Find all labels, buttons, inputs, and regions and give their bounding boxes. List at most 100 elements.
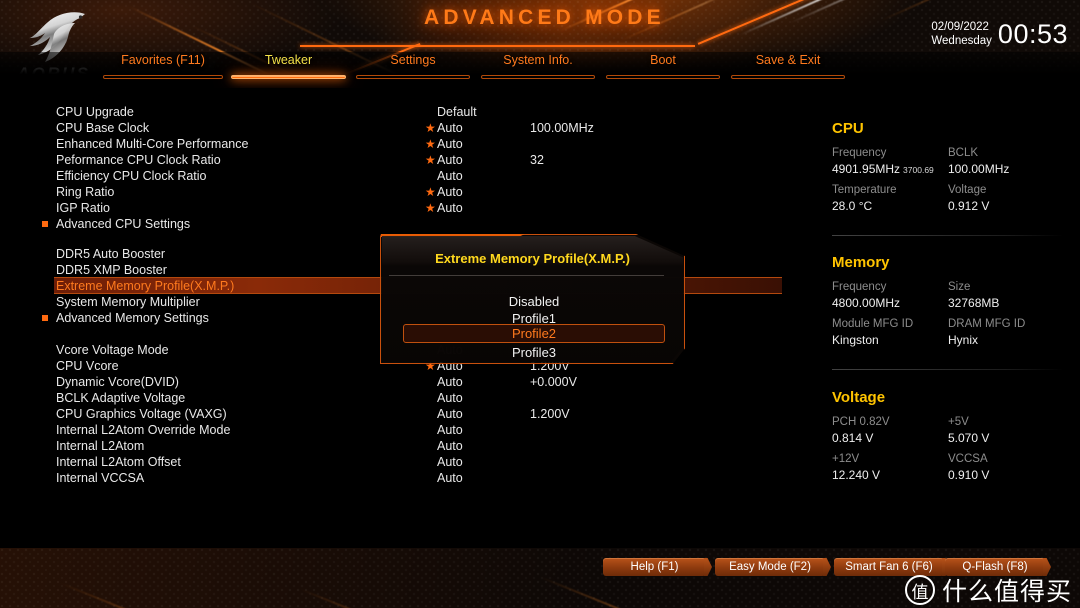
cpu-temperature: Temperature 28.0 °C (832, 182, 897, 215)
tab-label: Save & Exit (755, 53, 821, 67)
settings-row[interactable]: Internal VCCSA Auto (0, 470, 810, 486)
hardware-monitor-panel: CPU Frequency 4901.95MHz 3700.69 BCLK 100… (815, 95, 1080, 515)
tab-save-exit[interactable]: Save & Exit (731, 53, 845, 81)
time-text: 00:53 (997, 19, 1068, 49)
setting-value[interactable]: Auto (437, 136, 463, 152)
field-label: DRAM MFG ID (948, 318, 1026, 330)
field-label: Voltage (948, 184, 987, 196)
settings-row[interactable]: Enhanced Multi-Core Performance ★ Auto (0, 136, 810, 152)
settings-row[interactable]: BCLK Adaptive Voltage Auto (0, 390, 810, 406)
easy-mode-button[interactable]: Easy Mode (F2) (715, 558, 825, 576)
setting-value[interactable]: Auto (437, 454, 463, 470)
weekday-text: Wednesday (931, 35, 992, 47)
submenu-bullet-icon (42, 221, 48, 227)
tab-underline (481, 75, 595, 79)
field-label: Frequency (832, 147, 887, 159)
setting-label: DDR5 XMP Booster (56, 263, 167, 277)
setting-label: DDR5 Auto Booster (56, 247, 166, 261)
tab-label: System Info. (503, 53, 573, 67)
submenu-bullet-icon (42, 315, 48, 321)
setting-readout: 100.00MHz (530, 121, 594, 135)
memory-section-title: Memory (832, 254, 890, 271)
setting-value[interactable]: Default (437, 104, 477, 120)
dialog-title-divider (389, 275, 664, 276)
field-value: Kingston (832, 333, 879, 347)
setting-label: Peformance CPU Clock Ratio (56, 153, 221, 167)
settings-row[interactable]: Internal L2Atom Offset Auto (0, 454, 810, 470)
tab-underline (356, 75, 470, 79)
setting-value[interactable]: Auto (437, 438, 463, 454)
tab-underline (731, 75, 845, 79)
field-value: 0.814 V (832, 431, 874, 445)
field-value: 4800.00MHz (832, 296, 901, 310)
field-value: 0.912 V (948, 199, 990, 213)
setting-readout: +0.000V (530, 375, 577, 389)
cpu-section-title: CPU (832, 120, 864, 137)
settings-row[interactable]: CPU Upgrade Default (0, 104, 810, 120)
setting-value[interactable]: Auto (437, 374, 463, 390)
date-block: 02/09/2022 Wednesday (931, 20, 992, 48)
settings-row[interactable]: Ring Ratio ★ Auto (0, 184, 810, 200)
setting-value[interactable]: Auto (437, 470, 463, 486)
setting-label: CPU Upgrade (56, 105, 134, 119)
settings-row[interactable]: Advanced CPU Settings (0, 216, 810, 232)
settings-row[interactable]: CPU Graphics Voltage (VAXG) Auto 1.200V (0, 406, 810, 422)
field-label: PCH 0.82V (832, 416, 890, 428)
setting-label: IGP Ratio (56, 201, 110, 215)
setting-value[interactable]: Auto (437, 152, 463, 168)
settings-row[interactable]: Internal L2Atom Auto (0, 438, 810, 454)
watermark-text: 什么值得买 (941, 577, 1072, 606)
tab-settings[interactable]: Settings (356, 53, 470, 81)
tab-tweaker[interactable]: Tweaker (231, 53, 346, 81)
setting-label: Extreme Memory Profile(X.M.P.) (56, 279, 235, 293)
dialog-option-profile2[interactable]: Profile2 (403, 324, 665, 343)
tab-system-info[interactable]: System Info. (481, 53, 595, 81)
field-label: VCCSA (948, 453, 988, 465)
field-value: 4901.95MHz 3700.69 (832, 162, 934, 176)
memory-frequency: Frequency 4800.00MHz (832, 279, 900, 312)
settings-row[interactable]: Internal L2Atom Override Mode Auto (0, 422, 810, 438)
settings-row[interactable]: Dynamic Vcore(DVID) Auto +0.000V (0, 374, 810, 390)
help-button[interactable]: Help (F1) (603, 558, 706, 576)
dialog-option-disabled[interactable]: Disabled (403, 293, 665, 310)
star-icon: ★ (425, 185, 436, 199)
setting-label: Efficiency CPU Clock Ratio (56, 169, 207, 183)
cpu-bclk: BCLK 100.00MHz (948, 145, 1009, 178)
star-icon: ★ (425, 201, 436, 215)
setting-value[interactable]: Auto (437, 168, 463, 184)
voltage-5v: +5V 5.070 V (948, 414, 989, 447)
star-icon: ★ (425, 121, 436, 135)
field-value: 32768MB (948, 296, 1000, 310)
setting-value[interactable]: Auto (437, 390, 463, 406)
setting-value[interactable]: Auto (437, 422, 463, 438)
tab-label: Settings (390, 53, 436, 67)
setting-value[interactable]: Auto (437, 200, 463, 216)
setting-value[interactable]: Auto (437, 120, 463, 136)
field-label: Size (948, 281, 971, 293)
setting-label: Advanced CPU Settings (56, 217, 191, 231)
field-value: 0.910 V (948, 468, 990, 482)
voltage-vccsa: VCCSA 0.910 V (948, 451, 989, 484)
tab-label: Tweaker (264, 53, 313, 67)
watermark: 值 什么值得买 (904, 572, 1072, 608)
dialog-option-profile3[interactable]: Profile3 (403, 344, 665, 361)
setting-label: BCLK Adaptive Voltage (56, 391, 186, 405)
title-rule-bottom (300, 45, 695, 47)
settings-row[interactable]: IGP Ratio ★ Auto (0, 200, 810, 216)
settings-row[interactable]: CPU Base Clock ★ Auto 100.00MHz (0, 120, 810, 136)
memory-module-mfg: Module MFG ID Kingston (832, 316, 913, 349)
star-icon: ★ (425, 137, 436, 151)
setting-value[interactable]: Auto (437, 406, 463, 422)
settings-row[interactable]: Efficiency CPU Clock Ratio Auto (0, 168, 810, 184)
setting-value[interactable]: Auto (437, 184, 463, 200)
setting-label: Internal VCCSA (56, 471, 145, 485)
setting-label: CPU Vcore (56, 359, 119, 373)
tab-favorites[interactable]: Favorites (F11) (103, 53, 223, 81)
tab-boot[interactable]: Boot (606, 53, 720, 81)
field-label: Temperature (832, 184, 897, 196)
field-label: Module MFG ID (832, 318, 914, 330)
tab-underline (103, 75, 223, 79)
field-label: +5V (948, 416, 969, 428)
settings-row[interactable]: Peformance CPU Clock Ratio ★ Auto 32 (0, 152, 810, 168)
section-divider (832, 369, 1064, 370)
